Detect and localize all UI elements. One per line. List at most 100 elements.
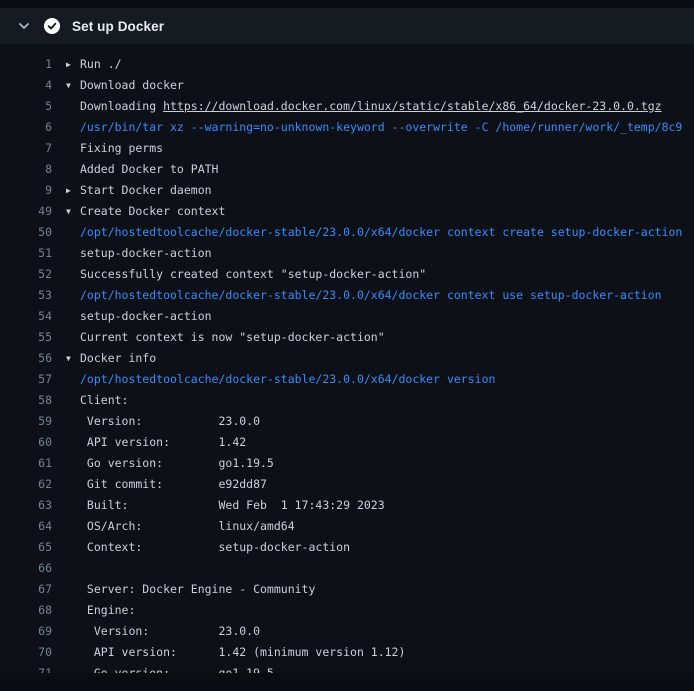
arrow-spacer xyxy=(66,243,80,264)
log-row: 51setup-docker-action xyxy=(0,243,694,264)
line-content: ▼Docker info xyxy=(52,348,156,369)
log-text: Version: 23.0.0 xyxy=(80,621,260,642)
line-number[interactable]: 7 xyxy=(0,138,52,159)
chevron-down-icon[interactable] xyxy=(16,18,32,34)
log-text: Current context is now "setup-docker-act… xyxy=(80,327,385,348)
log-container: 1▶Run ./4▼Download docker5Downloading ht… xyxy=(0,44,694,673)
log-text: Added Docker to PATH xyxy=(80,159,218,180)
log-row: 53/opt/hostedtoolcache/docker-stable/23.… xyxy=(0,285,694,306)
line-number[interactable]: 64 xyxy=(0,516,52,537)
log-group-row[interactable]: 4▼Download docker xyxy=(0,75,694,96)
step-header[interactable]: Set up Docker xyxy=(0,8,694,44)
log-row: 66 xyxy=(0,558,694,579)
line-number[interactable]: 54 xyxy=(0,306,52,327)
line-content: Server: Docker Engine - Community xyxy=(52,579,315,600)
line-content: /opt/hostedtoolcache/docker-stable/23.0.… xyxy=(52,285,662,306)
arrow-spacer xyxy=(66,516,80,537)
line-number[interactable]: 61 xyxy=(0,453,52,474)
collapse-group-icon[interactable]: ▼ xyxy=(66,348,80,369)
line-number[interactable]: 50 xyxy=(0,222,52,243)
log-row: 5Downloading https://download.docker.com… xyxy=(0,96,694,117)
line-content: /opt/hostedtoolcache/docker-stable/23.0.… xyxy=(52,369,495,390)
line-number[interactable]: 4 xyxy=(0,75,52,96)
line-number[interactable]: 65 xyxy=(0,537,52,558)
line-number[interactable]: 69 xyxy=(0,621,52,642)
line-content: Version: 23.0.0 xyxy=(52,621,260,642)
line-number[interactable]: 57 xyxy=(0,369,52,390)
line-content: Go version: go1.19.5 xyxy=(52,453,274,474)
log-row: 54 setup-docker-action xyxy=(0,306,694,327)
line-content: ▼Download docker xyxy=(52,75,184,96)
line-content: ▶Start Docker daemon xyxy=(52,180,212,201)
line-number[interactable]: 63 xyxy=(0,495,52,516)
expand-group-icon[interactable]: ▶ xyxy=(66,180,80,201)
arrow-spacer xyxy=(66,663,80,673)
log-text: Go version: go1.19.5 xyxy=(80,453,274,474)
line-number[interactable]: 62 xyxy=(0,474,52,495)
line-number[interactable]: 49 xyxy=(0,201,52,222)
log-row: 71 Go version: go1.19.5 xyxy=(0,663,694,673)
log-text: Download docker xyxy=(80,75,184,96)
arrow-spacer xyxy=(66,159,80,180)
line-number[interactable]: 1 xyxy=(0,54,52,75)
step-title: Set up Docker xyxy=(72,19,164,34)
line-content: Fixing perms xyxy=(52,138,163,159)
line-number[interactable]: 60 xyxy=(0,432,52,453)
log-group-row[interactable]: 49▼Create Docker context xyxy=(0,201,694,222)
line-number[interactable]: 52 xyxy=(0,264,52,285)
arrow-spacer xyxy=(66,495,80,516)
line-number[interactable]: 56 xyxy=(0,348,52,369)
log-text: Fixing perms xyxy=(80,138,163,159)
log-group-row[interactable]: 9▶Start Docker daemon xyxy=(0,180,694,201)
log-row: 67 Server: Docker Engine - Community xyxy=(0,579,694,600)
line-content xyxy=(52,558,80,579)
line-number[interactable]: 71 xyxy=(0,663,52,673)
line-number[interactable]: 6 xyxy=(0,117,52,138)
line-content: Added Docker to PATH xyxy=(52,159,218,180)
arrow-spacer xyxy=(66,117,80,138)
collapse-group-icon[interactable]: ▼ xyxy=(66,75,80,96)
line-number[interactable]: 70 xyxy=(0,642,52,663)
line-number[interactable]: 8 xyxy=(0,159,52,180)
arrow-spacer xyxy=(66,96,80,117)
log-row: 55 Current context is now "setup-docker-a… xyxy=(0,327,694,348)
command-text: /opt/hostedtoolcache/docker-stable/23.0.… xyxy=(80,285,662,306)
line-number[interactable]: 5 xyxy=(0,96,52,117)
line-number[interactable]: 66 xyxy=(0,558,52,579)
arrow-spacer xyxy=(66,138,80,159)
line-content: /usr/bin/tar xz --warning=no-unknown-key… xyxy=(52,117,682,138)
log-text: Create Docker context xyxy=(80,201,225,222)
log-row: 59 Version: 23.0.0 xyxy=(0,411,694,432)
line-content: OS/Arch: linux/amd64 xyxy=(52,516,295,537)
line-number[interactable]: 67 xyxy=(0,579,52,600)
log-row: 69 Version: 23.0.0 xyxy=(0,621,694,642)
line-number[interactable]: 9 xyxy=(0,180,52,201)
line-number[interactable]: 58 xyxy=(0,390,52,411)
log-group-row[interactable]: 1▶Run ./ xyxy=(0,54,694,75)
command-text: /opt/hostedtoolcache/docker-stable/23.0.… xyxy=(80,369,495,390)
arrow-spacer xyxy=(66,327,80,348)
expand-group-icon[interactable]: ▶ xyxy=(66,54,80,75)
line-number[interactable]: 51 xyxy=(0,243,52,264)
log-text: setup-docker-action xyxy=(80,306,212,327)
line-content: ▼Create Docker context xyxy=(52,201,225,222)
line-number[interactable]: 53 xyxy=(0,285,52,306)
arrow-spacer xyxy=(66,306,80,327)
arrow-spacer xyxy=(66,474,80,495)
line-number[interactable]: 55 xyxy=(0,327,52,348)
arrow-spacer xyxy=(66,285,80,306)
line-number[interactable]: 59 xyxy=(0,411,52,432)
log-row: 58Client: xyxy=(0,390,694,411)
log-row: 57/opt/hostedtoolcache/docker-stable/23.… xyxy=(0,369,694,390)
line-number[interactable]: 68 xyxy=(0,600,52,621)
log-row: 50/opt/hostedtoolcache/docker-stable/23.… xyxy=(0,222,694,243)
log-text: Context: setup-docker-action xyxy=(80,537,350,558)
arrow-spacer xyxy=(66,642,80,663)
collapse-group-icon[interactable]: ▼ xyxy=(66,201,80,222)
log-row: 63 Built: Wed Feb 1 17:43:29 2023 xyxy=(0,495,694,516)
log-link[interactable]: https://download.docker.com/linux/static… xyxy=(163,96,662,117)
line-content: Context: setup-docker-action xyxy=(52,537,350,558)
log-text: API version: 1.42 xyxy=(80,432,246,453)
arrow-spacer xyxy=(66,579,80,600)
log-group-row[interactable]: 56▼Docker info xyxy=(0,348,694,369)
